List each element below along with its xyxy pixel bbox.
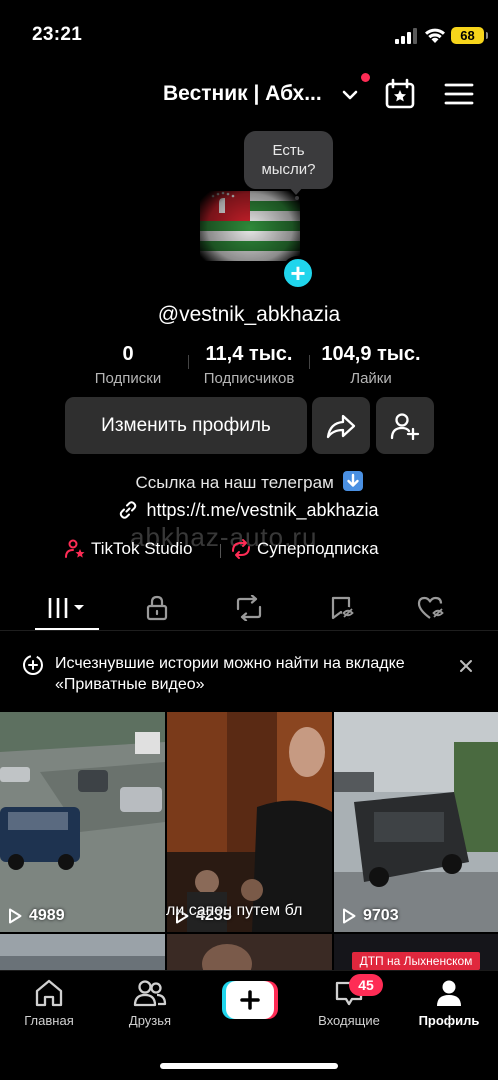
bookmark-hidden-icon bbox=[331, 596, 354, 620]
link-icon bbox=[120, 501, 137, 519]
view-count: 4989 bbox=[29, 907, 65, 924]
bio: Ссылка на наш телеграм bbox=[0, 471, 498, 493]
thoughts-bubble[interactable]: Есть мысли? bbox=[244, 131, 333, 189]
add-avatar-plus-icon[interactable]: + bbox=[281, 256, 315, 290]
add-friend-button[interactable] bbox=[376, 397, 434, 454]
video-thumbnail[interactable]: 4989 bbox=[0, 712, 165, 932]
active-tab-indicator bbox=[35, 628, 99, 630]
tab-liked[interactable] bbox=[400, 585, 464, 631]
notice-text: Исчезнувшие истории можно найти на вклад… bbox=[55, 655, 405, 693]
status-time: 23:21 bbox=[32, 24, 83, 45]
subscription-label: Суперподписка bbox=[257, 539, 379, 558]
nav-profile-label: Профиль bbox=[418, 1013, 480, 1028]
share-profile-button[interactable] bbox=[312, 397, 370, 454]
nav-friends-label: Друзья bbox=[128, 1013, 172, 1028]
content-tabs bbox=[0, 585, 498, 631]
tab-reposts[interactable] bbox=[217, 585, 281, 631]
tab-private[interactable] bbox=[125, 585, 189, 631]
view-count: 9703 bbox=[363, 907, 399, 924]
wifi-icon bbox=[425, 28, 445, 43]
video-thumbnail-image bbox=[0, 712, 165, 932]
status-bar: 23:21 68 bbox=[0, 0, 498, 70]
repost-icon bbox=[236, 595, 262, 621]
subscription-link[interactable]: Суперподписка bbox=[230, 538, 379, 560]
likes-label: Лайки bbox=[350, 370, 392, 387]
stories-icon bbox=[23, 655, 43, 675]
bio-text: Ссылка на наш телеграм bbox=[135, 473, 334, 492]
tiktok-studio-label: TikTok Studio bbox=[91, 539, 193, 558]
nav-home[interactable]: Главная bbox=[9, 979, 89, 1028]
private-videos-notice: Исчезнувшие истории можно найти на вклад… bbox=[0, 640, 498, 706]
video-thumbnail[interactable] bbox=[0, 934, 165, 970]
likes-count: 104,9 тыс. bbox=[321, 343, 421, 365]
video-thumbnail[interactable]: 4235 bbox=[167, 712, 332, 932]
notification-dot bbox=[361, 73, 370, 82]
home-indicator[interactable] bbox=[160, 1063, 338, 1069]
creator-tools-row: TikTok Studio Суперподписка bbox=[0, 538, 498, 564]
video-thumbnail-image bbox=[0, 934, 165, 970]
nav-profile[interactable]: Профиль bbox=[409, 979, 489, 1028]
nav-home-label: Главная bbox=[24, 1013, 74, 1028]
stat-divider bbox=[188, 355, 189, 369]
share-icon bbox=[326, 414, 356, 438]
play-count: 9703 bbox=[342, 907, 399, 925]
home-icon bbox=[35, 979, 63, 1007]
friends-icon bbox=[133, 980, 167, 1007]
calendar-star-icon[interactable] bbox=[384, 78, 416, 110]
following-count: 0 bbox=[122, 343, 134, 365]
tiktok-studio-link[interactable]: TikTok Studio bbox=[64, 538, 192, 560]
play-count: 4989 bbox=[8, 907, 65, 925]
nav-friends[interactable]: Друзья bbox=[110, 979, 190, 1028]
video-title-badge: ДТП на Лыхненском bbox=[352, 952, 480, 970]
profile-stats: 0 Подписки 11,4 тыс. Подписчиков 104,9 т… bbox=[0, 343, 498, 393]
video-thumbnail[interactable] bbox=[167, 934, 332, 970]
bottom-navigation: Главная Друзья Входящие 45 Профиль bbox=[0, 970, 498, 1080]
play-icon bbox=[343, 908, 356, 924]
following-label: Подписки bbox=[94, 370, 162, 387]
profile-link[interactable]: https://t.me/vestnik_abkhazia bbox=[0, 500, 498, 521]
tab-videos[interactable] bbox=[35, 585, 99, 631]
stat-following[interactable]: 0 Подписки bbox=[78, 343, 178, 387]
username: @vestnik_abkhazia bbox=[157, 303, 341, 326]
video-grid-icon bbox=[48, 598, 84, 618]
video-thumbnail-image bbox=[167, 712, 332, 932]
row-divider bbox=[220, 544, 221, 558]
video-caption-overlay: ли сапон путем бл bbox=[166, 902, 303, 919]
stat-likes[interactable]: 104,9 тыс. Лайки bbox=[310, 343, 432, 387]
close-icon[interactable] bbox=[458, 658, 474, 674]
profile-icon bbox=[437, 980, 461, 1006]
video-thumbnail-image bbox=[334, 712, 498, 932]
down-arrow-icon bbox=[342, 471, 363, 491]
nav-inbox-label: Входящие bbox=[318, 1013, 380, 1028]
heart-hidden-icon bbox=[417, 596, 444, 619]
battery-indicator: 68 bbox=[451, 27, 488, 44]
hamburger-menu-icon[interactable] bbox=[444, 82, 474, 106]
profile-header: Вестник | Абх... bbox=[0, 70, 498, 120]
chevron-down-icon[interactable] bbox=[341, 86, 359, 104]
create-video-button[interactable] bbox=[222, 981, 278, 1019]
tab-favorites[interactable] bbox=[310, 585, 374, 631]
bubble-tail bbox=[288, 186, 304, 200]
followers-count: 11,4 тыс. bbox=[205, 343, 293, 365]
subscription-icon bbox=[232, 539, 250, 559]
studio-icon bbox=[65, 539, 85, 558]
add-user-icon bbox=[390, 412, 420, 440]
video-grid: 4989 4235 9703 bbox=[0, 712, 498, 970]
play-icon bbox=[9, 908, 22, 924]
stat-followers[interactable]: 11,4 тыс. Подписчиков bbox=[190, 343, 308, 387]
account-switcher-title[interactable]: Вестник | Абх... bbox=[163, 82, 322, 106]
inbox-count-badge: 45 bbox=[349, 974, 383, 996]
followers-label: Подписчиков bbox=[203, 370, 295, 387]
lock-icon bbox=[146, 595, 168, 621]
cellular-signal-icon bbox=[395, 28, 417, 44]
video-thumbnail[interactable]: 9703 bbox=[334, 712, 498, 932]
video-thumbnail-image bbox=[167, 934, 332, 970]
link-text[interactable]: https://t.me/vestnik_abkhazia bbox=[146, 500, 378, 520]
edit-profile-button[interactable]: Изменить профиль bbox=[65, 397, 307, 454]
